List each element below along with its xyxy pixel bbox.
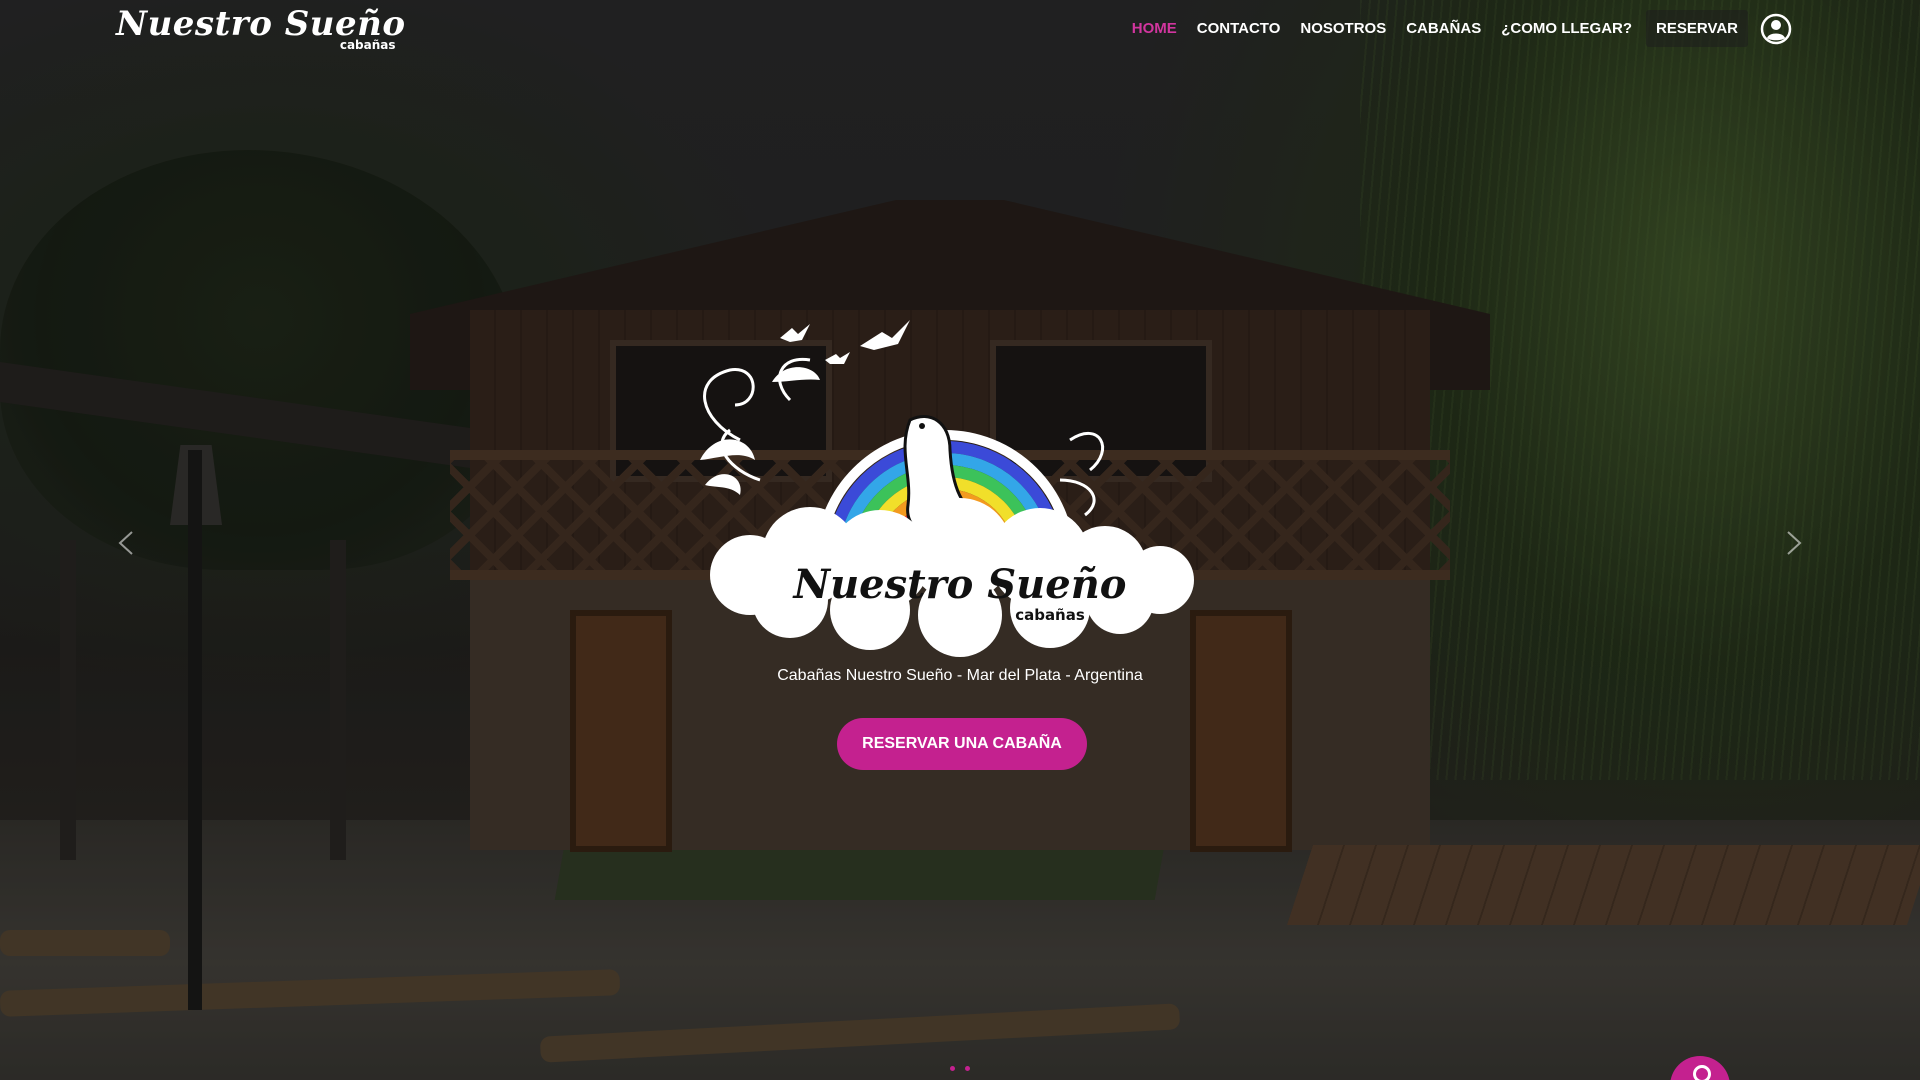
- main-nav: HOME CONTACTO NOSOTROS CABAÑAS ¿COMO LLE…: [1122, 10, 1792, 47]
- nav-nosotros[interactable]: NOSOTROS: [1290, 10, 1396, 47]
- leaf-icon: [700, 367, 820, 495]
- emblem-name: Nuestro Sueño: [792, 561, 1127, 608]
- slider-dots: [950, 1066, 970, 1071]
- slider-dot[interactable]: [965, 1066, 970, 1071]
- nav-contacto[interactable]: CONTACTO: [1187, 10, 1291, 47]
- site-header: Nuestro Sueño cabañas HOME CONTACTO NOSO…: [0, 0, 1920, 60]
- bird-icon: [780, 320, 910, 364]
- slider-dot[interactable]: [950, 1066, 955, 1071]
- nav-home[interactable]: HOME: [1122, 10, 1187, 47]
- brand-name: Nuestro Sueño: [116, 4, 406, 44]
- hero-tagline: Cabañas Nuestro Sueño - Mar del Plata - …: [777, 667, 1143, 684]
- brand-subtitle: cabañas: [339, 38, 396, 52]
- chevron-right-icon[interactable]: [1778, 528, 1808, 558]
- nav-cabanas[interactable]: CABAÑAS: [1396, 10, 1491, 47]
- chevron-left-icon[interactable]: [112, 528, 142, 558]
- brand-logo[interactable]: Nuestro Sueño cabañas: [116, 4, 406, 52]
- hero-content: Nuestro Sueño cabañas Cabañas Nuestro Su…: [660, 310, 1260, 780]
- nav-como-llegar[interactable]: ¿COMO LLEGAR?: [1491, 10, 1642, 47]
- nav-reservar[interactable]: RESERVAR: [1646, 10, 1748, 47]
- nuestro-sueno-emblem: Nuestro Sueño cabañas: [700, 320, 1194, 657]
- emblem-subtitle: cabañas: [1015, 606, 1085, 624]
- chat-icon: [1693, 1065, 1711, 1080]
- page: Nuestro Sueño cabañas HOME CONTACTO NOSO…: [0, 0, 1920, 1080]
- reserve-cabin-button[interactable]: RESERVAR UNA CABAÑA: [837, 718, 1087, 770]
- user-circle-icon[interactable]: [1760, 13, 1792, 45]
